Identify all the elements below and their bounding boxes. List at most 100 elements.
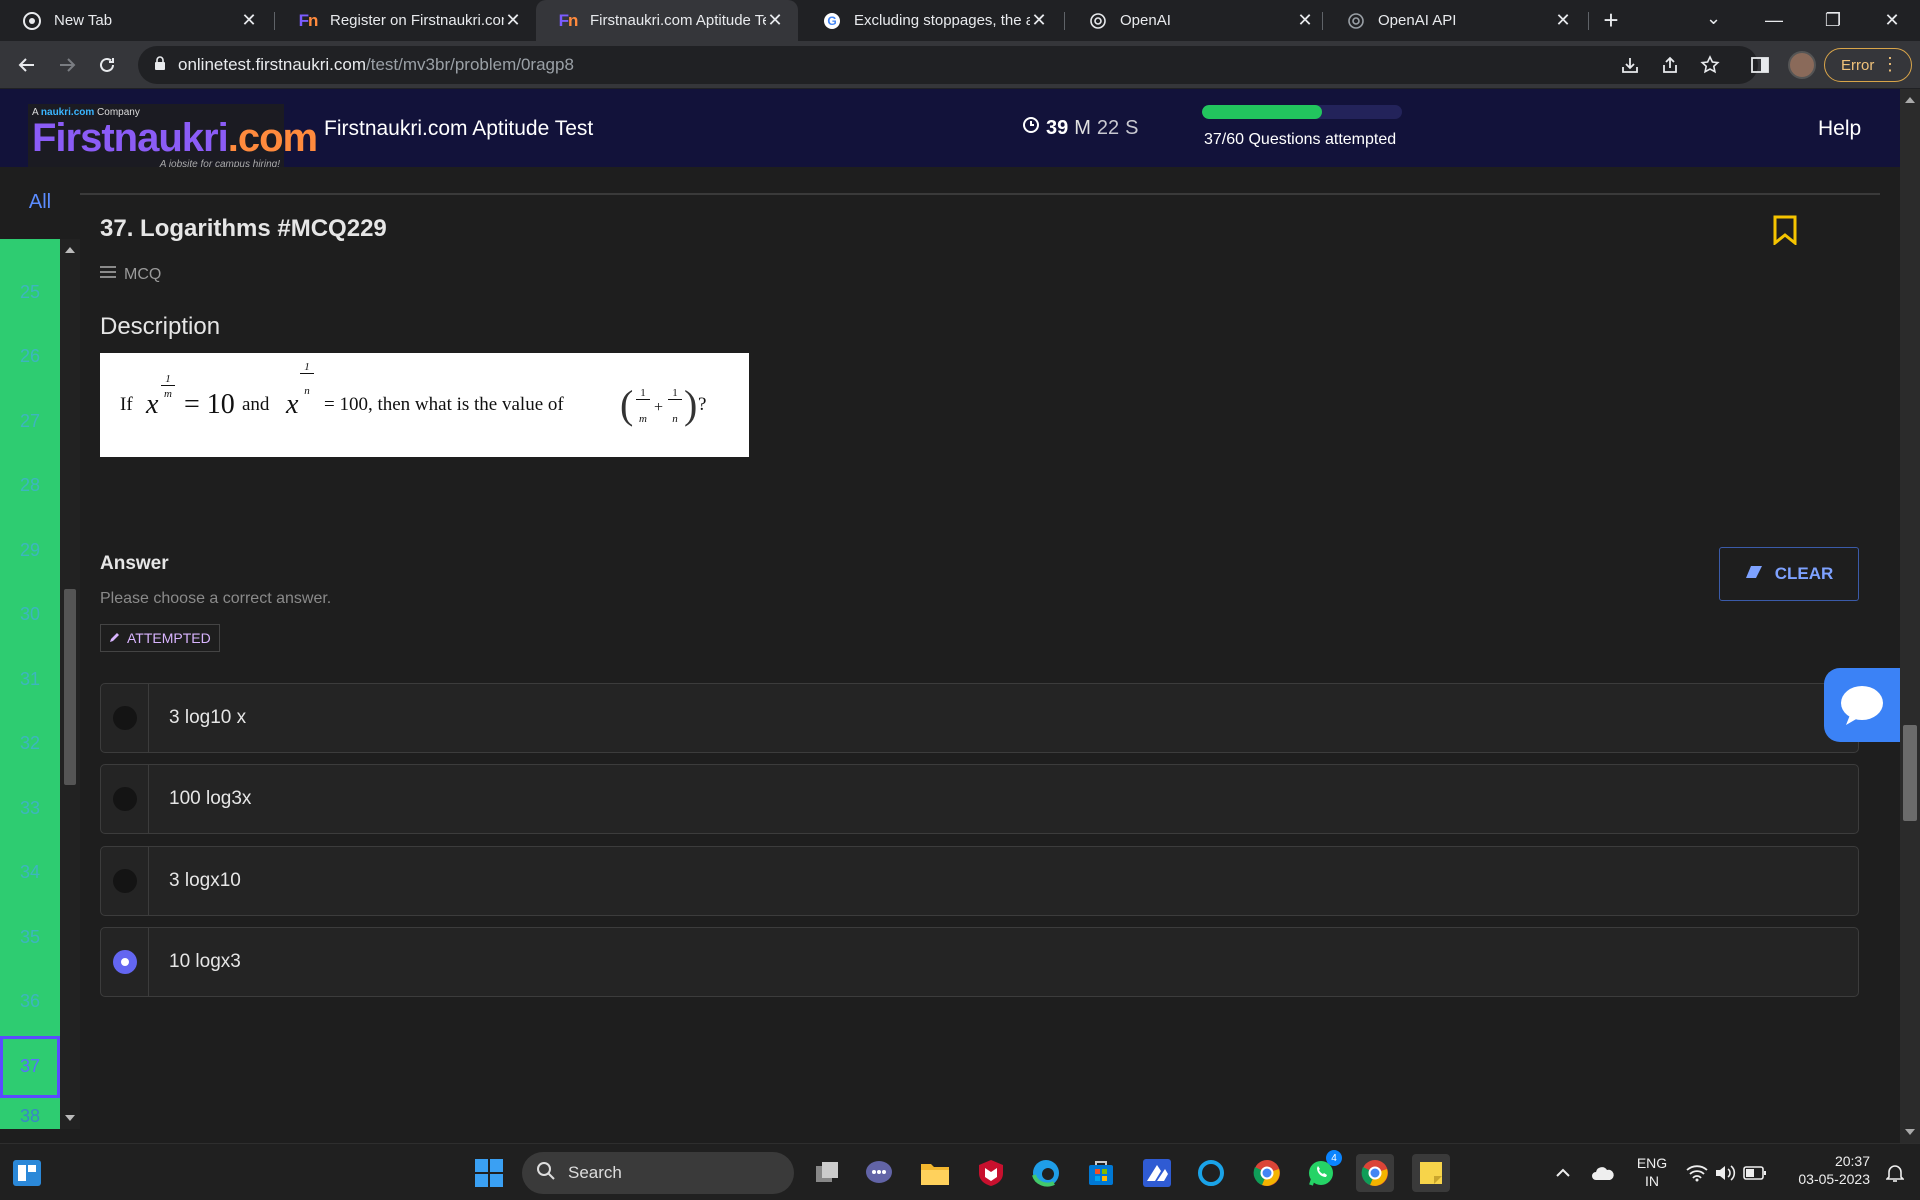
share-icon[interactable] xyxy=(1658,53,1682,77)
tab-title: Excluding stoppages, the av xyxy=(854,12,1030,29)
question-number-27[interactable]: 27 xyxy=(0,411,60,432)
question-number-31[interactable]: 31 xyxy=(0,669,60,690)
clear-answer-button[interactable]: CLEAR xyxy=(1719,547,1859,601)
question-number-list: 242526272829303132333435363738 xyxy=(0,239,60,1129)
radio-button[interactable] xyxy=(112,869,137,893)
scroll-down-icon[interactable] xyxy=(65,1115,75,1121)
minimize-icon[interactable]: — xyxy=(1746,0,1802,41)
scroll-up-icon[interactable] xyxy=(1905,97,1915,103)
vpn-app-icon[interactable] xyxy=(1138,1154,1176,1192)
option-label: 10 logx3 xyxy=(169,951,241,972)
widgets-icon[interactable] xyxy=(8,1154,46,1192)
question-number-33[interactable]: 33 xyxy=(0,798,60,819)
close-tab-icon[interactable]: ✕ xyxy=(504,10,522,31)
close-tab-icon[interactable]: ✕ xyxy=(240,10,258,31)
kebab-menu-icon[interactable]: ⋮ xyxy=(1881,55,1899,73)
question-number-37[interactable]: 37 xyxy=(0,1035,60,1098)
chrome-taskbar-icon[interactable] xyxy=(1248,1154,1286,1192)
radio-button[interactable] xyxy=(112,706,137,730)
chrome-profile-taskbar-icon[interactable] xyxy=(1356,1154,1394,1192)
edge-icon[interactable] xyxy=(1027,1154,1065,1192)
question-number-38[interactable]: 38 xyxy=(0,1106,60,1127)
question-number-32[interactable]: 32 xyxy=(0,733,60,754)
system-clock[interactable]: 20:37 03-05-2023 xyxy=(1782,1152,1870,1188)
taskbar-search[interactable]: Search xyxy=(522,1152,794,1194)
tab-aptitude-test[interactable]: Fn Firstnaukri.com Aptitude Te ✕ xyxy=(536,0,798,41)
question-number-28[interactable]: 28 xyxy=(0,475,60,496)
answer-option[interactable]: 3 logx10 xyxy=(100,846,1859,916)
battery-icon[interactable] xyxy=(1736,1154,1774,1192)
restore-icon[interactable]: ❐ xyxy=(1805,0,1861,41)
option-label: 3 log10 x xyxy=(169,707,247,728)
notification-badge: 4 xyxy=(1326,1150,1342,1166)
mcafee-icon[interactable] xyxy=(972,1154,1010,1192)
input-language[interactable]: ENG IN xyxy=(1626,1154,1678,1190)
lock-icon xyxy=(154,55,166,75)
page-scrollbar[interactable] xyxy=(1900,89,1920,1143)
file-explorer-icon[interactable] xyxy=(916,1154,954,1192)
question-number-35[interactable]: 35 xyxy=(0,927,60,948)
tab-new-tab[interactable]: New Tab ✕ xyxy=(0,0,272,41)
new-tab-button[interactable]: + xyxy=(1596,6,1626,36)
app-header: A naukri.com Company Firstnaukri.com A j… xyxy=(0,89,1900,174)
search-label: Search xyxy=(568,1163,622,1182)
question-number-30[interactable]: 30 xyxy=(0,604,60,625)
svg-text:G: G xyxy=(827,14,836,28)
reload-icon[interactable] xyxy=(92,50,122,80)
question-number-25[interactable]: 25 xyxy=(0,282,60,303)
bookmark-icon[interactable] xyxy=(1772,215,1800,247)
question-number-34[interactable]: 34 xyxy=(0,862,60,883)
task-view-icon[interactable] xyxy=(808,1154,846,1192)
onedrive-cloud-icon[interactable] xyxy=(1584,1154,1622,1192)
whatsapp-icon[interactable]: 4 xyxy=(1302,1150,1342,1192)
cortana-icon[interactable] xyxy=(1192,1154,1230,1192)
install-app-icon[interactable] xyxy=(1618,53,1642,77)
start-windows-icon[interactable] xyxy=(470,1154,508,1192)
scrollbar-thumb[interactable] xyxy=(64,589,76,785)
tab-openai-api[interactable]: OpenAI API ✕ xyxy=(1324,0,1586,41)
question-number-26[interactable]: 26 xyxy=(0,346,60,367)
scrollbar-thumb[interactable] xyxy=(1903,725,1917,821)
close-tab-icon[interactable]: ✕ xyxy=(1296,10,1314,31)
answer-option[interactable]: 3 log10 x xyxy=(100,683,1859,753)
tab-title: OpenAI API xyxy=(1378,12,1457,29)
close-tab-icon[interactable]: ✕ xyxy=(1030,10,1048,31)
error-button[interactable]: Error ⋮ xyxy=(1824,48,1912,82)
address-bar[interactable]: onlinetest.firstnaukri.com/test/mv3br/pr… xyxy=(138,46,1758,84)
teams-chat-icon[interactable] xyxy=(860,1154,898,1192)
scroll-down-icon[interactable] xyxy=(1905,1129,1915,1135)
close-tab-icon[interactable]: ✕ xyxy=(1554,10,1572,31)
answer-option[interactable]: 10 logx3 xyxy=(100,927,1859,997)
scroll-up-icon[interactable] xyxy=(65,247,75,253)
radio-button[interactable] xyxy=(112,787,137,811)
back-arrow-icon[interactable] xyxy=(12,50,42,80)
chat-widget-button[interactable] xyxy=(1824,668,1900,742)
tab-title: Firstnaukri.com Aptitude Te xyxy=(590,12,766,29)
filter-all-button[interactable]: All xyxy=(0,167,80,237)
tab-search-chevron-icon[interactable]: ⌄ xyxy=(1706,8,1721,29)
microsoft-store-icon[interactable] xyxy=(1082,1154,1120,1192)
countdown-timer: 39 M 22 S xyxy=(1022,116,1139,140)
radio-button-checked[interactable] xyxy=(112,950,137,974)
chevron-up-icon[interactable] xyxy=(1544,1154,1582,1192)
tab-register[interactable]: Fn Register on Firstnaukri.com ✕ xyxy=(276,0,536,41)
close-tab-icon[interactable]: ✕ xyxy=(766,10,784,31)
openai-icon xyxy=(1346,11,1366,31)
status-badge: ATTEMPTED xyxy=(100,624,220,652)
answer-option[interactable]: 100 log3x xyxy=(100,764,1859,834)
close-window-icon[interactable]: ✕ xyxy=(1864,0,1920,41)
forward-arrow-icon[interactable] xyxy=(52,50,82,80)
side-panel-icon[interactable] xyxy=(1748,53,1772,77)
option-label: 100 log3x xyxy=(169,788,252,809)
notification-bell-icon[interactable] xyxy=(1876,1154,1914,1192)
navigator-scrollbar[interactable] xyxy=(60,239,80,1129)
help-link[interactable]: Help xyxy=(1818,117,1861,141)
sticky-notes-icon[interactable] xyxy=(1412,1154,1450,1192)
tab-openai[interactable]: OpenAI ✕ xyxy=(1066,0,1328,41)
bookmark-star-icon[interactable] xyxy=(1698,53,1722,77)
question-number-29[interactable]: 29 xyxy=(0,540,60,561)
profile-avatar[interactable] xyxy=(1788,51,1816,79)
tab-google-search[interactable]: G Excluding stoppages, the av ✕ xyxy=(800,0,1062,41)
firstnaukri-logo[interactable]: A naukri.com Company Firstnaukri.com A j… xyxy=(28,104,318,174)
question-number-36[interactable]: 36 xyxy=(0,991,60,1012)
